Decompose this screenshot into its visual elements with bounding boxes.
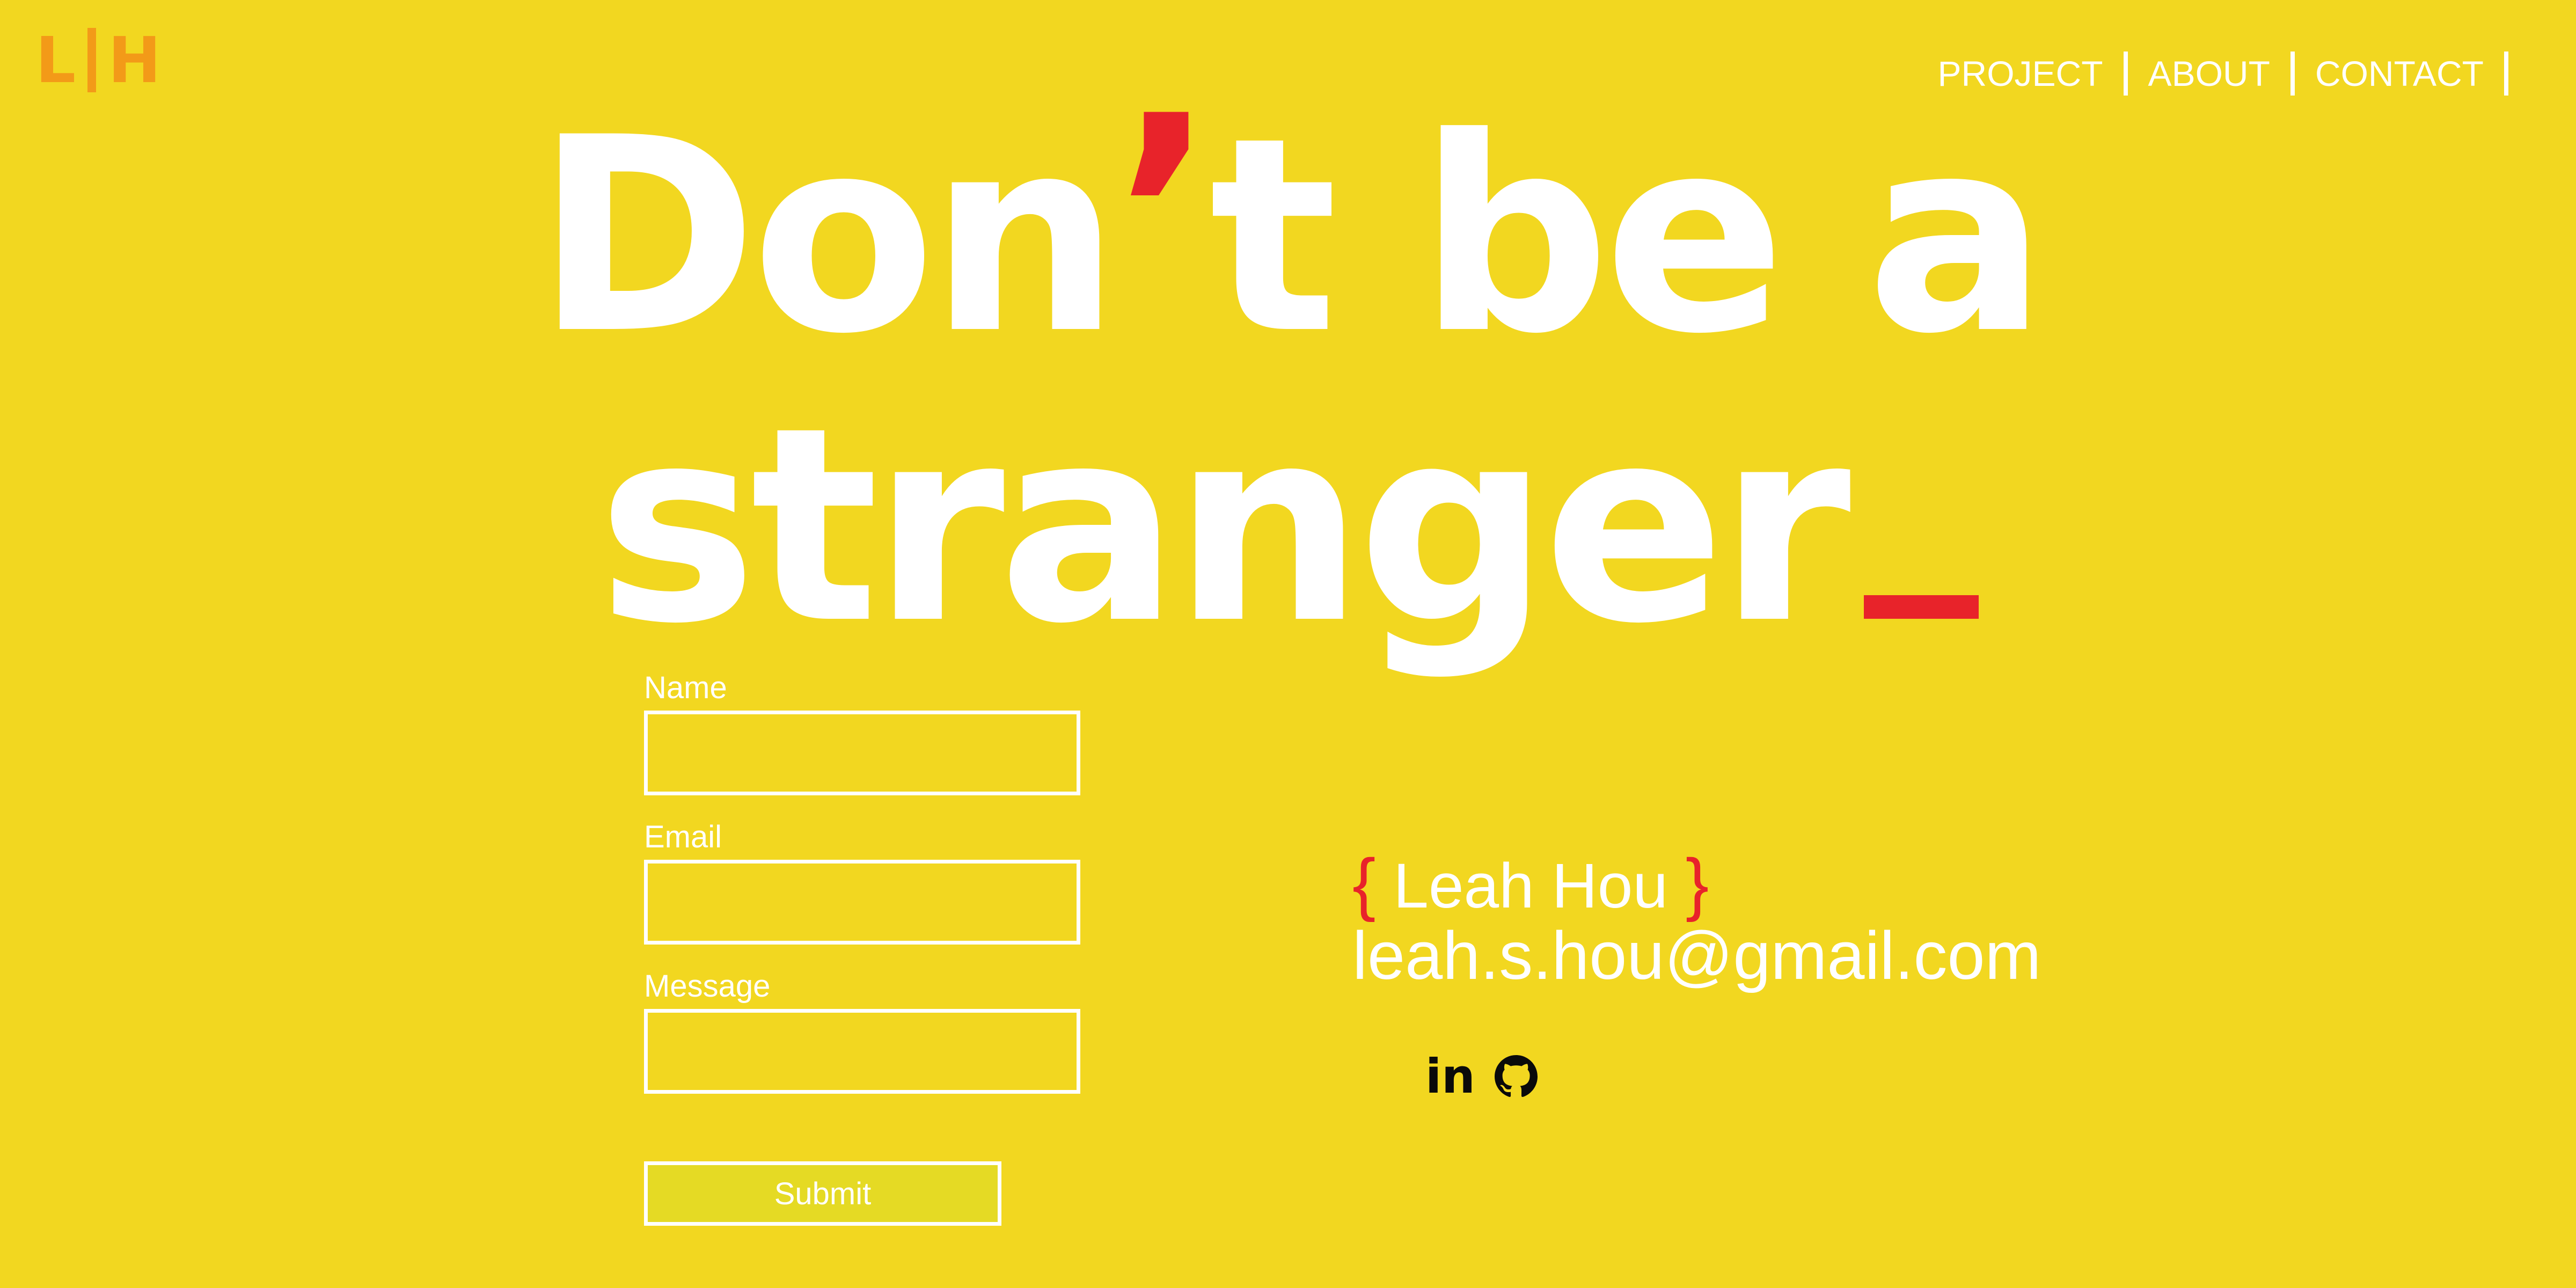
email-group: Email bbox=[644, 819, 1084, 945]
message-group: Message bbox=[644, 968, 1084, 1094]
logo[interactable]: L H bbox=[35, 28, 161, 92]
brace-close: } bbox=[1685, 844, 1709, 923]
contact-info: { Leah Hou } leah.s.hou@gmail.com bbox=[1352, 848, 2041, 993]
name-field[interactable] bbox=[644, 711, 1080, 795]
brace-open: { bbox=[1352, 844, 1376, 923]
contact-email[interactable]: leah.s.hou@gmail.com bbox=[1352, 918, 2041, 993]
logo-divider bbox=[87, 28, 97, 92]
submit-button[interactable]: Submit bbox=[644, 1161, 1001, 1226]
email-field[interactable] bbox=[644, 860, 1080, 945]
contact-form: Name Email Message bbox=[644, 670, 1084, 1117]
github-icon[interactable] bbox=[1494, 1055, 1538, 1098]
social-links: in bbox=[1425, 1053, 1538, 1100]
message-label: Message bbox=[644, 969, 771, 1004]
name-label: Name bbox=[644, 670, 727, 705]
linkedin-icon[interactable]: in bbox=[1425, 1053, 1475, 1100]
message-field[interactable] bbox=[644, 1009, 1080, 1094]
hero-apostrophe: ’ bbox=[1114, 58, 1216, 371]
email-label: Email bbox=[644, 819, 722, 854]
contact-name: Leah Hou bbox=[1393, 851, 1668, 921]
logo-letter-h: H bbox=[108, 23, 161, 97]
hero-text-stranger: stranger bbox=[597, 370, 1851, 682]
logo-letter-l: L bbox=[35, 23, 76, 97]
hero-text-rest: t be a bbox=[1209, 80, 2047, 392]
contact-name-line: { Leah Hou } bbox=[1352, 848, 2041, 921]
hero-heading-line-1: Don’t be a bbox=[0, 64, 2576, 386]
hero-text-don: Don bbox=[535, 80, 1121, 392]
name-group: Name bbox=[644, 670, 1084, 795]
hero-cursor bbox=[1864, 595, 1979, 619]
hero-heading-line-2: stranger bbox=[0, 376, 2576, 676]
